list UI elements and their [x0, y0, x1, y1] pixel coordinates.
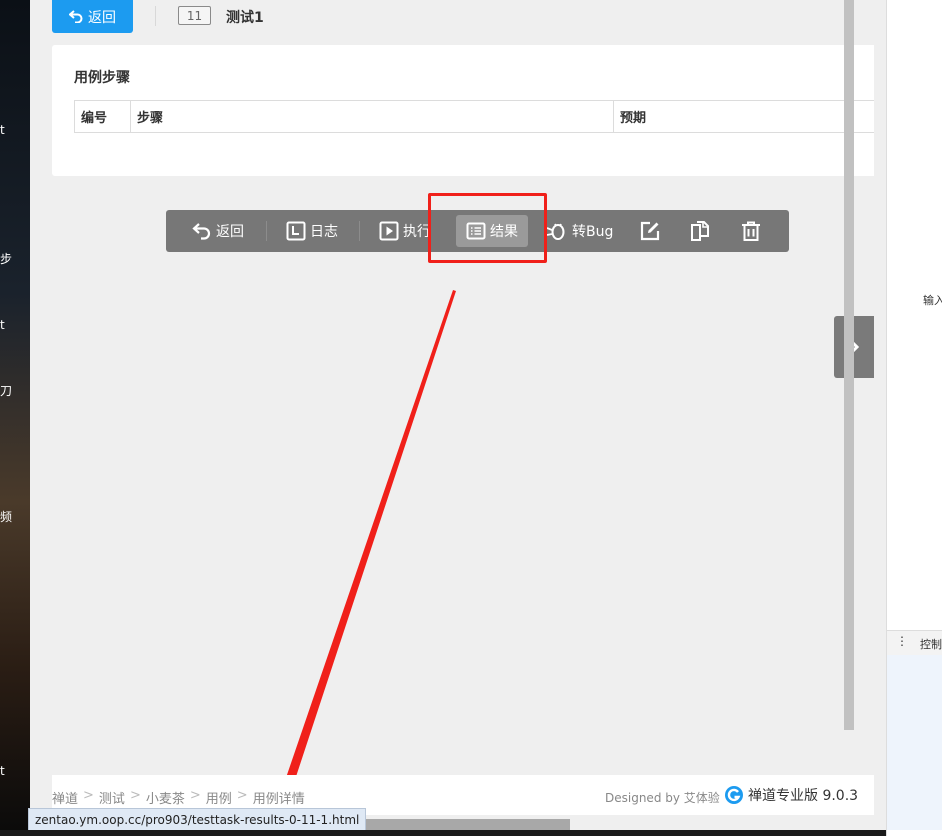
vertical-scrollbar[interactable]: [844, 0, 854, 730]
breadcrumb-separator: >: [83, 788, 94, 803]
breadcrumb-separator: >: [129, 788, 141, 803]
console-tab[interactable]: 控制: [920, 636, 942, 652]
breadcrumb-item[interactable]: 用例: [206, 788, 232, 807]
next-page-button[interactable]: [834, 316, 874, 378]
desktop-text-fragment: 刀: [0, 384, 13, 398]
breadcrumb-item[interactable]: 小麦茶: [146, 788, 185, 807]
desktop-text-fragment: t: [0, 123, 5, 137]
more-options-icon[interactable]: ⋮: [896, 634, 908, 648]
input-label: 输入: [923, 294, 942, 307]
taskbar-edge: [0, 830, 942, 836]
annotation-arrow: [264, 290, 456, 822]
product-brand[interactable]: 禅道专业版 9.0.3: [724, 785, 858, 805]
desktop-text-fragment: t: [0, 318, 5, 332]
desktop-background: t 步 t 刀 频 t: [0, 0, 30, 836]
desktop-text-fragment: 步: [0, 252, 13, 266]
breadcrumb: 禅道 > 测试 > 小麦茶 > 用例 > 用例详情: [52, 788, 305, 807]
status-bar-url: zentao.ym.oop.cc/pro903/testtask-results…: [28, 808, 367, 831]
devtools-side-pane: 输入 ⋮ 控制: [886, 0, 942, 836]
main-viewport: 返回 11 测试1 用例步骤 编号 步骤 预期 返回 日志 执行 结果 转Bug…: [30, 0, 874, 830]
console-area[interactable]: [887, 655, 942, 830]
breadcrumb-item: 用例详情: [252, 792, 305, 807]
breadcrumb-item[interactable]: 测试: [99, 788, 125, 807]
product-version: 禅道专业版 9.0.3: [748, 788, 859, 804]
desktop-text-fragment: t: [0, 764, 5, 778]
breadcrumb-separator: >: [236, 788, 248, 803]
breadcrumb-separator: >: [189, 788, 201, 803]
breadcrumb-item[interactable]: 禅道: [52, 788, 78, 807]
desktop-text-fragment: 频: [0, 510, 13, 524]
zentao-logo-icon: [725, 786, 743, 804]
devtools-toolbar: ⋮ 控制: [887, 630, 942, 656]
designed-by-text[interactable]: Designed by 艾体验: [605, 789, 720, 806]
